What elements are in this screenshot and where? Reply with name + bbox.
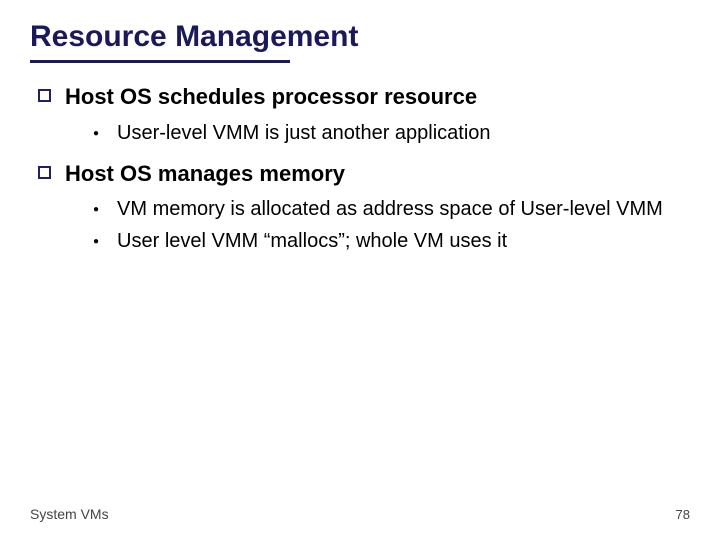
slide-content: Host OS schedules processor resource ● U… (30, 83, 690, 254)
sub-bullet-text: VM memory is allocated as address space … (117, 196, 663, 222)
sub-bullet-item: ● User-level VMM is just another applica… (93, 120, 690, 146)
dot-bullet-icon: ● (93, 128, 99, 139)
dot-bullet-icon: ● (93, 204, 99, 215)
square-bullet-icon (38, 89, 51, 102)
bullet-item: Host OS manages memory (38, 160, 690, 189)
dot-bullet-icon: ● (93, 236, 99, 247)
title-underline (30, 60, 290, 63)
sub-list: ● User-level VMM is just another applica… (38, 120, 690, 146)
footer-source: System VMs (30, 506, 109, 522)
sub-bullet-text: User level VMM “mallocs”; whole VM uses … (117, 228, 507, 254)
bullet-text: Host OS schedules processor resource (65, 83, 477, 112)
slide-footer: System VMs 78 (30, 506, 690, 522)
sub-bullet-item: ● User level VMM “mallocs”; whole VM use… (93, 228, 690, 254)
slide-title: Resource Management (30, 20, 690, 54)
page-number: 78 (676, 507, 690, 522)
bullet-text: Host OS manages memory (65, 160, 345, 189)
sub-bullet-item: ● VM memory is allocated as address spac… (93, 196, 690, 222)
square-bullet-icon (38, 166, 51, 179)
bullet-item: Host OS schedules processor resource (38, 83, 690, 112)
sub-bullet-text: User-level VMM is just another applicati… (117, 120, 491, 146)
sub-list: ● VM memory is allocated as address spac… (38, 196, 690, 254)
